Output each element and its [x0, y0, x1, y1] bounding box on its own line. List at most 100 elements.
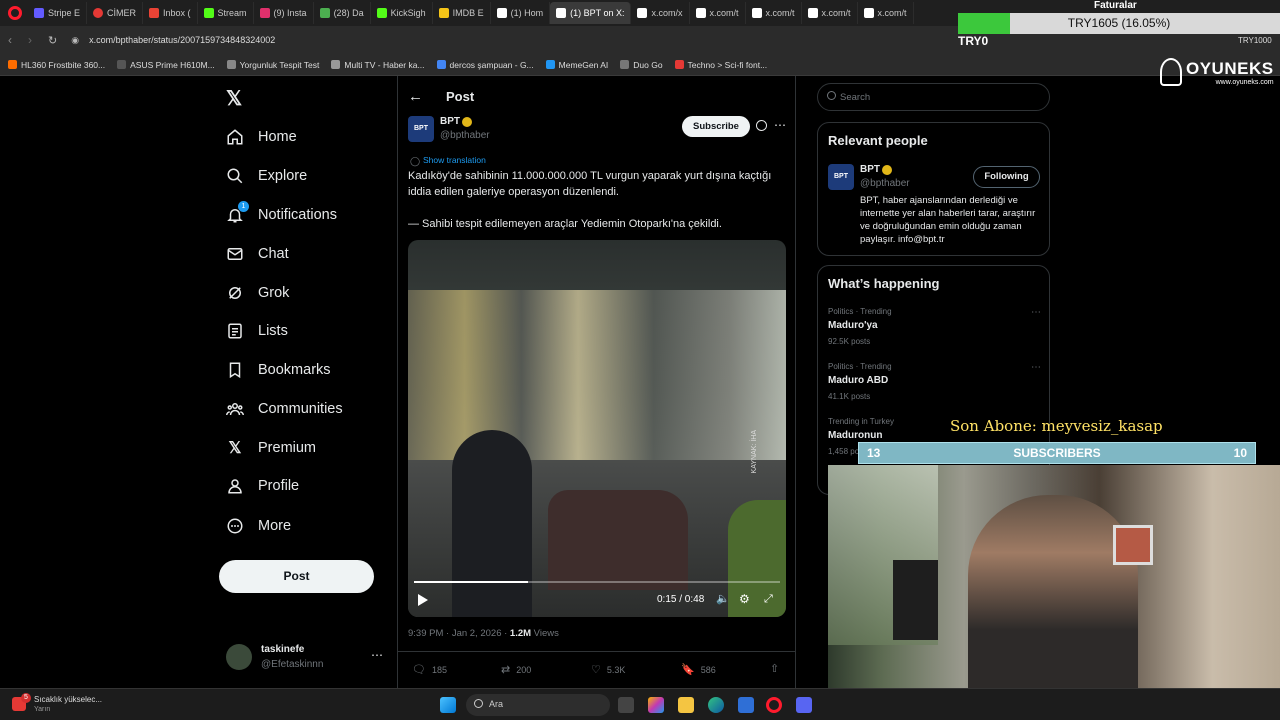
- discord-icon[interactable]: [796, 697, 812, 713]
- browser-tab[interactable]: x.com/t: [802, 2, 858, 24]
- grok-icon[interactable]: [756, 120, 767, 131]
- browser-tab[interactable]: x.com/t: [858, 2, 914, 24]
- post-column: ← Post BPT BPT @bpthaber Subscribe ⋯ ◯ S…: [397, 76, 796, 688]
- browser-tab[interactable]: (1) Hom: [491, 2, 551, 24]
- task-view-icon[interactable]: [618, 697, 634, 713]
- more-dots-icon[interactable]: ⋯: [774, 118, 786, 132]
- bookmark-item[interactable]: Yorgunluk Tespit Test: [226, 60, 319, 70]
- bookmark-item[interactable]: ASUS Prime H610M...: [117, 60, 215, 70]
- browser-tab[interactable]: Inbox (: [143, 2, 198, 24]
- person-name[interactable]: BPT: [860, 164, 880, 175]
- sidebar-item-premium[interactable]: 𝕏 Premium: [226, 439, 316, 457]
- trend-item[interactable]: Politics · Trending Maduro'ya 92.5K post…: [828, 307, 1041, 346]
- sidebar-item-profile[interactable]: Profile: [226, 477, 299, 495]
- reload-icon[interactable]: ↻: [48, 34, 57, 47]
- store-icon[interactable]: [738, 697, 754, 713]
- avatar[interactable]: BPT: [828, 164, 854, 190]
- sidebar-item-bookmarks[interactable]: Bookmarks: [226, 361, 331, 379]
- post-button[interactable]: Post: [219, 560, 374, 593]
- trend-item[interactable]: Politics · Trending Maduro ABD 41.1K pos…: [828, 362, 1041, 401]
- sidebar-item-communities[interactable]: Communities: [226, 400, 343, 418]
- bookmark-favicon-icon: [117, 60, 127, 69]
- browser-tab[interactable]: IMDB E: [433, 2, 491, 24]
- author-handle[interactable]: @bpthaber: [440, 130, 490, 141]
- share-icon[interactable]: ⇧: [770, 662, 779, 675]
- x-logo-icon[interactable]: 𝕏: [226, 86, 242, 111]
- author-name[interactable]: BPT: [440, 116, 460, 127]
- account-switcher[interactable]: taskinefe @Efetaskinnn ⋯: [226, 644, 386, 674]
- back-arrow-icon[interactable]: ←: [408, 88, 423, 105]
- sidebar-item-home[interactable]: Home: [226, 128, 297, 146]
- browser-tab[interactable]: Stripe E: [28, 2, 88, 24]
- currency-right-label: TRY1000: [1238, 36, 1272, 45]
- browser-tab[interactable]: KickSigh: [371, 2, 433, 24]
- bookmark-button[interactable]: 🔖 586: [681, 663, 716, 676]
- bookmark-label: dercos şampuan - G...: [449, 59, 534, 70]
- more-dots-icon[interactable]: ⋯: [1031, 307, 1041, 318]
- person-handle[interactable]: @bpthaber: [860, 178, 910, 189]
- browser-tab[interactable]: (9) Insta: [254, 2, 314, 24]
- browser-tab[interactable]: (28) Da: [314, 2, 371, 24]
- video-progress-track[interactable]: [414, 581, 780, 583]
- bookmark-label: MemeGen AI: [558, 59, 609, 70]
- play-icon[interactable]: [418, 594, 428, 606]
- browser-tab[interactable]: x.com/t: [746, 2, 802, 24]
- browser-tab[interactable]: CİMER: [87, 2, 144, 24]
- tab-label: x.com/t: [765, 8, 795, 18]
- opera-logo-icon[interactable]: [8, 6, 22, 20]
- search-input[interactable]: Search: [817, 83, 1050, 111]
- translate-icon: ◯: [410, 156, 421, 166]
- opera-icon[interactable]: [766, 697, 782, 713]
- tab-favicon-icon: [34, 8, 44, 18]
- weather-widget[interactable]: 5 Sıcaklık yükselec... Yarın: [12, 693, 132, 717]
- sidebar-item-chat[interactable]: Chat: [226, 245, 289, 263]
- sponsor-brand: OYUNEKS: [1186, 58, 1274, 78]
- url-field[interactable]: x.com/bpthaber/status/200715973484832400…: [89, 35, 275, 45]
- file-explorer-icon[interactable]: [678, 697, 694, 713]
- show-translation-link[interactable]: Show translation: [423, 155, 486, 165]
- sidebar-item-notifications[interactable]: 1 Notifications: [226, 201, 337, 224]
- mail-icon: [226, 245, 244, 263]
- reply-button[interactable]: 🗨 185: [412, 663, 447, 676]
- sidebar-item-explore[interactable]: Explore: [226, 167, 307, 185]
- sidebar-item-label: Grok: [258, 285, 290, 301]
- edge-icon[interactable]: [708, 697, 724, 713]
- bookmark-item[interactable]: HL360 Frostbite 360...: [8, 60, 105, 70]
- video-player[interactable]: KAYNAK: İHA 0:15 / 0:48 🔈 ⚙ ⤢: [408, 240, 786, 617]
- bookmark-item[interactable]: Duo Go: [620, 60, 663, 70]
- bookmark-label: HL360 Frostbite 360...: [21, 59, 106, 70]
- windows-start-icon[interactable]: [440, 697, 456, 713]
- bookmark-item[interactable]: MemeGen AI: [545, 59, 609, 70]
- avatar[interactable]: BPT: [408, 116, 434, 142]
- browser-tab-active[interactable]: (1) BPT on X:: [550, 2, 632, 24]
- sidebar-item-lists[interactable]: Lists: [226, 322, 288, 340]
- fullscreen-icon[interactable]: ⤢: [764, 593, 773, 606]
- back-arrow-icon[interactable]: ‹: [8, 33, 12, 47]
- settings-gear-icon[interactable]: ⚙: [739, 592, 750, 606]
- heart-icon: ♡: [591, 664, 601, 676]
- like-button[interactable]: ♡ 5.3K: [591, 663, 625, 676]
- subscribe-button[interactable]: Subscribe: [682, 116, 750, 137]
- sidebar-item-more[interactable]: More: [226, 517, 291, 535]
- more-dots-icon[interactable]: ⋯: [1031, 362, 1041, 373]
- forward-arrow-icon[interactable]: ›: [28, 33, 32, 47]
- weather-title: Sıcaklık yükselec...: [34, 695, 103, 704]
- home-icon: [226, 128, 244, 146]
- site-info-icon[interactable]: ◉: [71, 35, 79, 46]
- post-timestamp[interactable]: 9:39 PM · Jan 2, 2026 ·: [408, 628, 510, 639]
- taskbar-search[interactable]: Ara: [466, 694, 610, 716]
- tab-favicon-icon: [496, 8, 507, 18]
- subscriber-goal-title: SUBSCRIBERS: [1013, 446, 1101, 460]
- browser-tab[interactable]: x.com/t: [690, 2, 746, 24]
- repost-button[interactable]: ⇄ 200: [501, 663, 531, 676]
- following-button[interactable]: Following: [973, 166, 1040, 188]
- more-dots-icon[interactable]: ⋯: [371, 648, 383, 662]
- browser-tab[interactable]: x.com/x: [631, 2, 690, 24]
- bookmark-item[interactable]: dercos şampuan - G...: [436, 59, 534, 70]
- sidebar-item-grok[interactable]: Grok: [226, 284, 289, 302]
- copilot-icon[interactable]: [648, 697, 664, 713]
- volume-icon[interactable]: 🔈: [716, 592, 730, 605]
- browser-tab[interactable]: Stream: [198, 2, 254, 24]
- bookmark-item[interactable]: Multi TV - Haber ka...: [331, 60, 425, 70]
- bookmark-item[interactable]: Techno > Sci-fi font...: [674, 60, 767, 70]
